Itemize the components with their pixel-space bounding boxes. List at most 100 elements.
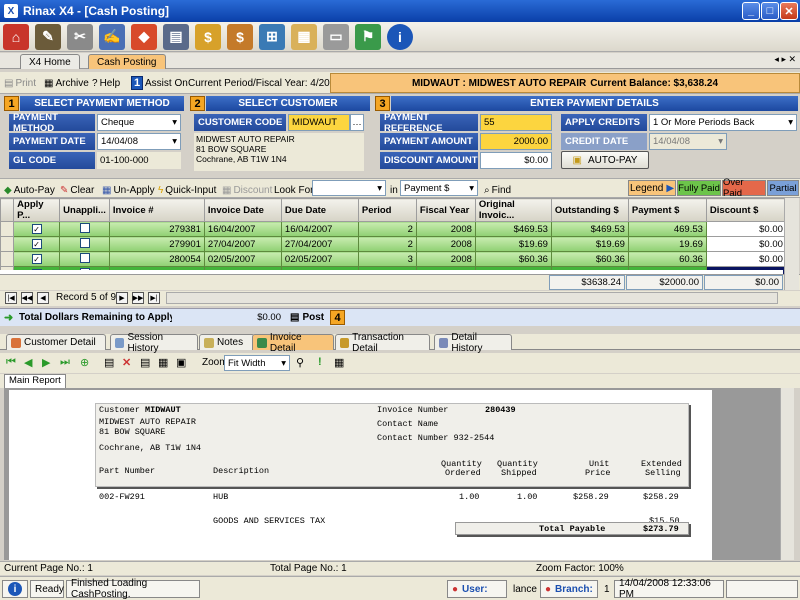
refresh-icon[interactable]: ⊕ bbox=[80, 356, 89, 369]
help-button[interactable]: ? Help bbox=[92, 75, 120, 91]
customer-code-field[interactable]: MIDWAUT bbox=[288, 114, 350, 131]
tab-scroll-controls[interactable]: ◂ ▸ ✕ bbox=[774, 54, 796, 65]
column-header[interactable]: Payment $ bbox=[627, 198, 707, 222]
quick-input-button[interactable]: ϟ Quick-Input bbox=[158, 182, 216, 198]
first-record-button[interactable]: |◀ bbox=[5, 292, 17, 304]
column-header[interactable]: Original Invoic... bbox=[474, 198, 552, 222]
payment-cell[interactable]: 469.53 bbox=[627, 221, 707, 237]
home-icon[interactable]: ⌂ bbox=[3, 23, 29, 50]
payment-reference-field[interactable]: 55 bbox=[480, 114, 552, 131]
column-header[interactable]: Due Date bbox=[280, 198, 359, 222]
tab-main-report[interactable]: Main Report bbox=[4, 374, 66, 388]
un-apply-button[interactable]: ▦ Un-Apply bbox=[102, 182, 155, 198]
close-report-icon[interactable]: ✕ bbox=[122, 356, 131, 369]
payment-date-field[interactable]: 14/04/08 ▾ bbox=[97, 133, 181, 150]
payment-method-select[interactable]: Cheque ▾ bbox=[97, 114, 181, 131]
outstanding-cell[interactable]: $60.36 bbox=[550, 251, 629, 267]
search-field-select[interactable]: Payment $ ▾ bbox=[400, 180, 478, 196]
outstanding-cell[interactable]: $19.69 bbox=[550, 236, 629, 252]
last-page-icon[interactable]: ⏭ bbox=[60, 356, 70, 369]
unapply-checkbox[interactable] bbox=[79, 222, 90, 233]
money-icon[interactable]: $ bbox=[227, 23, 253, 50]
original-invoice-cell[interactable]: $60.36 bbox=[474, 251, 552, 267]
period-cell[interactable]: 3 bbox=[357, 251, 417, 267]
tools-icon[interactable]: ✂ bbox=[67, 23, 93, 50]
discount-cell[interactable]: $0.00 bbox=[705, 236, 787, 252]
fiscal-year-cell[interactable]: 2008 bbox=[415, 221, 476, 237]
unapply-checkbox-cell[interactable] bbox=[59, 221, 110, 237]
export-icon[interactable]: ▤ bbox=[104, 356, 114, 369]
unapply-checkbox-cell[interactable] bbox=[59, 251, 110, 267]
coins-icon[interactable]: $ bbox=[195, 23, 221, 50]
find-button[interactable]: ⌕ Find bbox=[484, 182, 511, 198]
archive-box-icon[interactable]: ▭ bbox=[323, 23, 349, 50]
apply-checkbox-cell[interactable]: ✓ bbox=[13, 236, 61, 252]
info-icon[interactable]: i bbox=[387, 23, 413, 50]
close-button[interactable]: ✕ bbox=[780, 2, 798, 20]
due-date-cell[interactable]: 27/04/2007 bbox=[280, 236, 359, 252]
column-header[interactable]: Apply P... bbox=[13, 198, 61, 222]
maximize-button[interactable]: □ bbox=[761, 2, 779, 20]
legend-button[interactable]: Legend ▶ bbox=[628, 180, 676, 196]
windows-icon[interactable]: ⚑ bbox=[355, 23, 381, 50]
apply-checkbox[interactable]: ✓ bbox=[31, 253, 42, 264]
payment-cell[interactable]: 19.69 bbox=[627, 236, 707, 252]
payment-amount-field[interactable]: 2000.00 bbox=[480, 133, 552, 150]
discount-cell[interactable]: $0.00 bbox=[705, 221, 787, 237]
group-tree-icon[interactable]: ▦ bbox=[334, 356, 344, 369]
printer-icon[interactable]: ▤ bbox=[163, 23, 189, 50]
minimize-button[interactable]: _ bbox=[742, 2, 760, 20]
unapply-checkbox[interactable] bbox=[79, 252, 90, 263]
customer-lookup-button[interactable]: … bbox=[350, 114, 364, 131]
edit-icon[interactable]: ✎ bbox=[35, 23, 61, 50]
tab-detail-history[interactable]: Detail History bbox=[434, 332, 512, 354]
prev-page-button[interactable]: ◀◀ bbox=[21, 292, 33, 304]
period-cell[interactable]: 2 bbox=[357, 221, 417, 237]
next-page-button[interactable]: ▶▶ bbox=[132, 292, 144, 304]
discount-cell[interactable]: $0.00 bbox=[705, 251, 787, 267]
next-page-icon[interactable]: ▶ bbox=[42, 356, 50, 369]
post-button[interactable]: ▤ Post bbox=[290, 310, 324, 325]
invoice-date-cell[interactable]: 16/04/2007 bbox=[203, 221, 282, 237]
column-header[interactable]: Outstanding $ bbox=[550, 198, 629, 222]
invoice-number-cell[interactable]: 280054 bbox=[108, 251, 205, 267]
row-selector[interactable] bbox=[0, 251, 15, 267]
original-invoice-cell[interactable]: $19.69 bbox=[474, 236, 552, 252]
tab-customer-detail[interactable]: Customer Detail bbox=[6, 334, 106, 350]
invoice-date-cell[interactable]: 27/04/2007 bbox=[203, 236, 282, 252]
period-cell[interactable]: 2 bbox=[357, 236, 417, 252]
assist-toggle[interactable]: 1 Assist On bbox=[131, 75, 188, 91]
invoice-number-cell[interactable]: 279901 bbox=[108, 236, 205, 252]
first-page-icon[interactable]: ⏮ bbox=[6, 356, 16, 369]
payment-cell[interactable]: 60.36 bbox=[627, 251, 707, 267]
apply-checkbox-cell[interactable]: ✓ bbox=[13, 221, 61, 237]
apply-checkbox[interactable]: ✓ bbox=[31, 238, 42, 249]
info-alert-icon[interactable]: ! bbox=[318, 356, 322, 368]
discount-button[interactable]: ▦ Discount bbox=[222, 182, 272, 198]
table-row[interactable]: ✓ 280054 02/05/2007 02/05/2007 3 2008 $6… bbox=[0, 251, 787, 267]
tab-x4-home[interactable]: X4 Home bbox=[20, 54, 80, 69]
column-header[interactable]: Period bbox=[357, 198, 417, 222]
apply-credits-select[interactable]: 1 Or More Periods Back ▾ bbox=[649, 114, 797, 131]
network-icon[interactable]: ⊞ bbox=[259, 23, 285, 50]
grid-auto-pay-button[interactable]: ◆ Auto-Pay bbox=[4, 182, 55, 198]
row-selector[interactable] bbox=[0, 236, 15, 252]
discount-amount-field[interactable]: $0.00 bbox=[480, 152, 552, 169]
print-report-icon[interactable]: ▤ bbox=[140, 356, 150, 369]
unapply-checkbox[interactable] bbox=[79, 237, 90, 248]
column-header[interactable]: Unappli... bbox=[59, 198, 110, 222]
next-record-button[interactable]: ▶ bbox=[116, 292, 128, 304]
report-vertical-scrollbar[interactable] bbox=[780, 388, 794, 560]
column-header[interactable]: Invoice # bbox=[108, 198, 205, 222]
tab-invoice-detail[interactable]: Invoice Detail bbox=[252, 332, 334, 354]
fiscal-year-cell[interactable]: 2008 bbox=[415, 251, 476, 267]
tab-notes[interactable]: Notes bbox=[199, 334, 255, 350]
row-selector[interactable] bbox=[0, 221, 15, 237]
apply-checkbox[interactable]: ✓ bbox=[31, 223, 42, 234]
tab-cash-posting[interactable]: Cash Posting bbox=[88, 54, 166, 69]
clear-button[interactable]: ✎ Clear bbox=[60, 182, 94, 198]
binoculars-icon[interactable]: ⚲ bbox=[296, 356, 304, 369]
archive-button[interactable]: ▦ Archive bbox=[44, 75, 89, 91]
copy-icon[interactable]: ▦ bbox=[158, 356, 168, 369]
last-record-button[interactable]: ▶| bbox=[148, 292, 160, 304]
